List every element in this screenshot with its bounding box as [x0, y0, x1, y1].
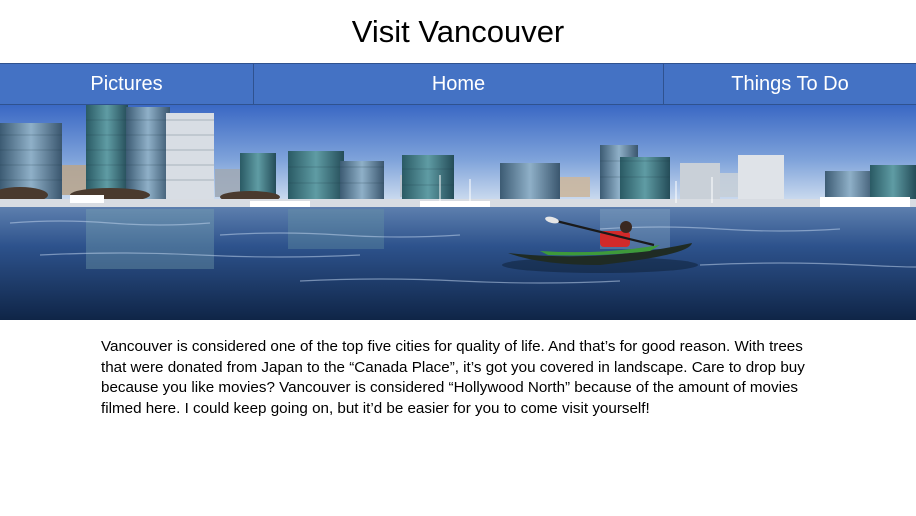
slide-page: Visit Vancouver Pictures Home Things To …	[0, 0, 916, 516]
nav-bar: Pictures Home Things To Do	[0, 63, 916, 105]
vancouver-banner-image	[0, 105, 916, 320]
page-title: Visit Vancouver	[351, 14, 565, 49]
nav-item-pictures[interactable]: Pictures	[0, 64, 254, 104]
nav-item-home[interactable]: Home	[254, 64, 664, 104]
nav-item-things-to-do[interactable]: Things To Do	[664, 64, 916, 104]
description-paragraph: Vancouver is considered one of the top f…	[101, 338, 805, 417]
